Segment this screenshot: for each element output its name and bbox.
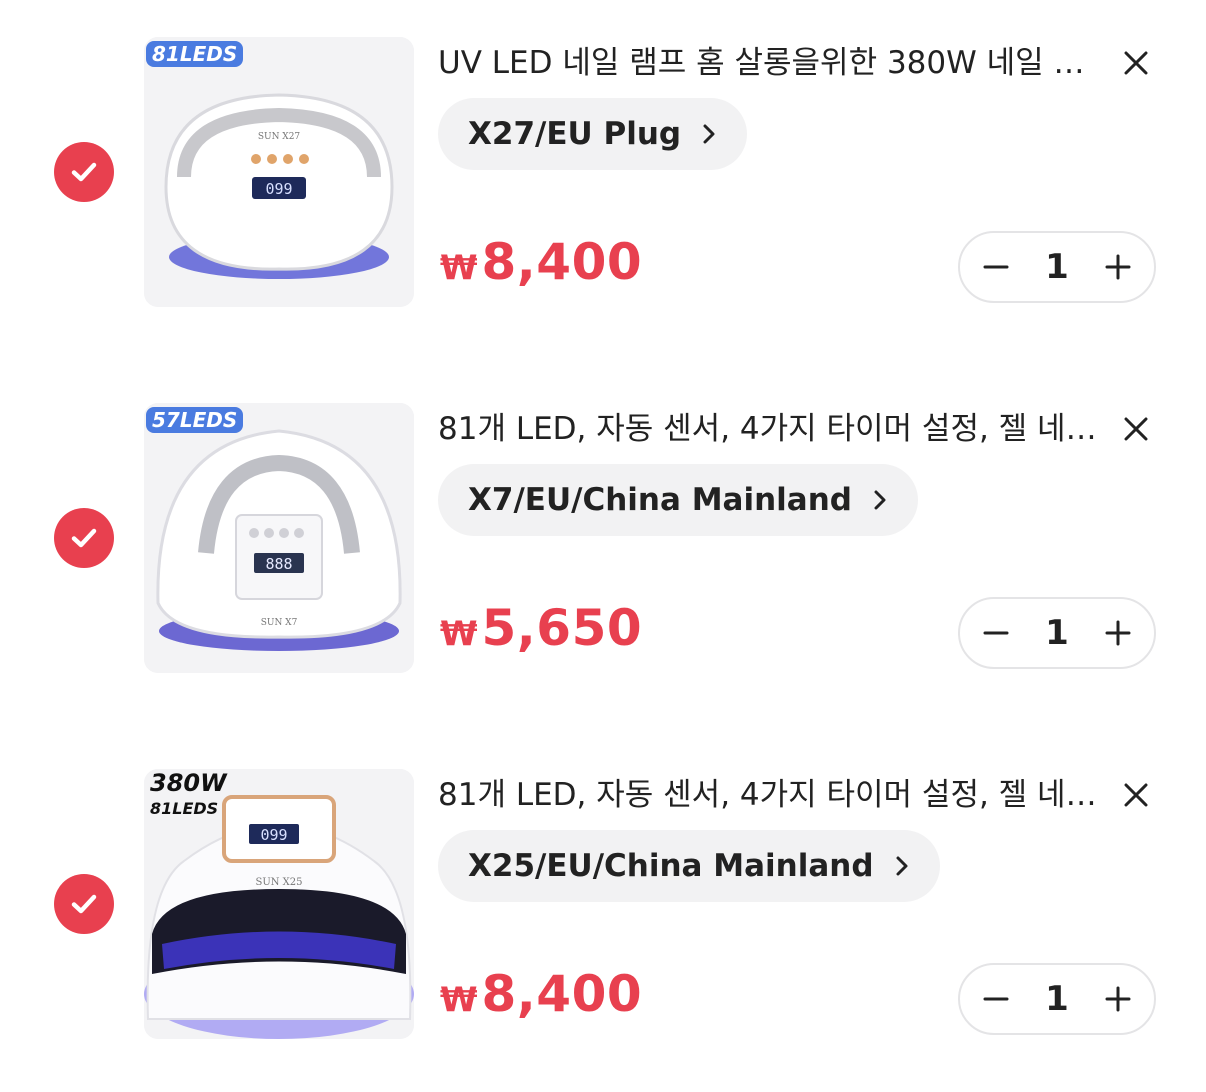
price-amount: 8,400 — [481, 233, 643, 291]
product-image[interactable]: 888 SUN X7 57LEDS — [144, 403, 414, 673]
plus-icon[interactable] — [1104, 619, 1132, 647]
currency-symbol: ₩ — [440, 980, 478, 1020]
checkmark-icon[interactable] — [54, 142, 114, 202]
product-title[interactable]: UV LED 네일 램프 홈 살롱을위한 380W 네일 램프 건조기 — [438, 41, 1098, 85]
variant-label: X27/EU Plug — [468, 116, 682, 152]
product-image[interactable]: 099 SUN X25 380W 81LEDS — [144, 769, 414, 1039]
variant-selector[interactable]: X7/EU/China Mainland — [438, 464, 918, 536]
checkmark-icon[interactable] — [54, 874, 114, 934]
quantity-value: 1 — [1045, 979, 1069, 1019]
close-icon[interactable] — [1118, 411, 1154, 447]
price-amount: 8,400 — [481, 965, 643, 1023]
currency-symbol: ₩ — [440, 248, 478, 288]
svg-text:888: 888 — [265, 555, 292, 573]
variant-label: X25/EU/China Mainland — [468, 848, 874, 884]
product-title[interactable]: 81개 LED, 자동 센서, 4가지 타이머 설정, 젤 네일 건조기 — [438, 407, 1098, 451]
quantity-stepper: 1 — [958, 597, 1156, 669]
close-icon[interactable] — [1118, 777, 1154, 813]
plus-icon[interactable] — [1104, 253, 1132, 281]
led-badge: 81LEDS — [150, 799, 219, 818]
cart-item: 888 SUN X7 57LEDS 81개 LED, 자동 센서, 4가지 타이… — [0, 403, 1206, 703]
price-amount: 5,650 — [481, 599, 643, 657]
price: ₩ 8,400 — [440, 965, 642, 1035]
quantity-value: 1 — [1045, 613, 1069, 653]
plus-icon[interactable] — [1104, 985, 1132, 1013]
price: ₩ 8,400 — [440, 233, 642, 303]
led-badge: 81LEDS — [146, 41, 244, 67]
checkmark-icon[interactable] — [54, 508, 114, 568]
svg-text:099: 099 — [265, 180, 292, 198]
led-badge: 57LEDS — [146, 407, 244, 433]
cart-item: 099 SUN X27 81LEDS UV LED 네일 램프 홈 살롱을위한 … — [0, 37, 1206, 337]
currency-symbol: ₩ — [440, 614, 478, 654]
product-image[interactable]: 099 SUN X27 81LEDS — [144, 37, 414, 307]
minus-icon[interactable] — [982, 619, 1010, 647]
quantity-value: 1 — [1045, 247, 1069, 287]
chevron-right-icon — [894, 855, 910, 877]
close-icon[interactable] — [1118, 45, 1154, 81]
quantity-stepper: 1 — [958, 963, 1156, 1035]
price: ₩ 5,650 — [440, 599, 642, 669]
cart-item: 099 SUN X25 380W 81LEDS 81개 LED, 자동 센서, … — [0, 769, 1206, 1069]
minus-icon[interactable] — [982, 253, 1010, 281]
product-title[interactable]: 81개 LED, 자동 센서, 4가지 타이머 설정, 젤 네일 건조기 — [438, 773, 1098, 817]
svg-text:SUN X7: SUN X7 — [261, 618, 298, 628]
variant-label: X7/EU/China Mainland — [468, 482, 852, 518]
minus-icon[interactable] — [982, 985, 1010, 1013]
svg-text:SUN X25: SUN X25 — [255, 877, 302, 888]
svg-text:099: 099 — [260, 826, 287, 844]
quantity-stepper: 1 — [958, 231, 1156, 303]
chevron-right-icon — [872, 489, 888, 511]
chevron-right-icon — [701, 123, 717, 145]
svg-text:SUN X27: SUN X27 — [258, 132, 301, 142]
variant-selector[interactable]: X25/EU/China Mainland — [438, 830, 940, 902]
power-badge: 380W — [150, 769, 227, 797]
variant-selector[interactable]: X27/EU Plug — [438, 98, 748, 170]
